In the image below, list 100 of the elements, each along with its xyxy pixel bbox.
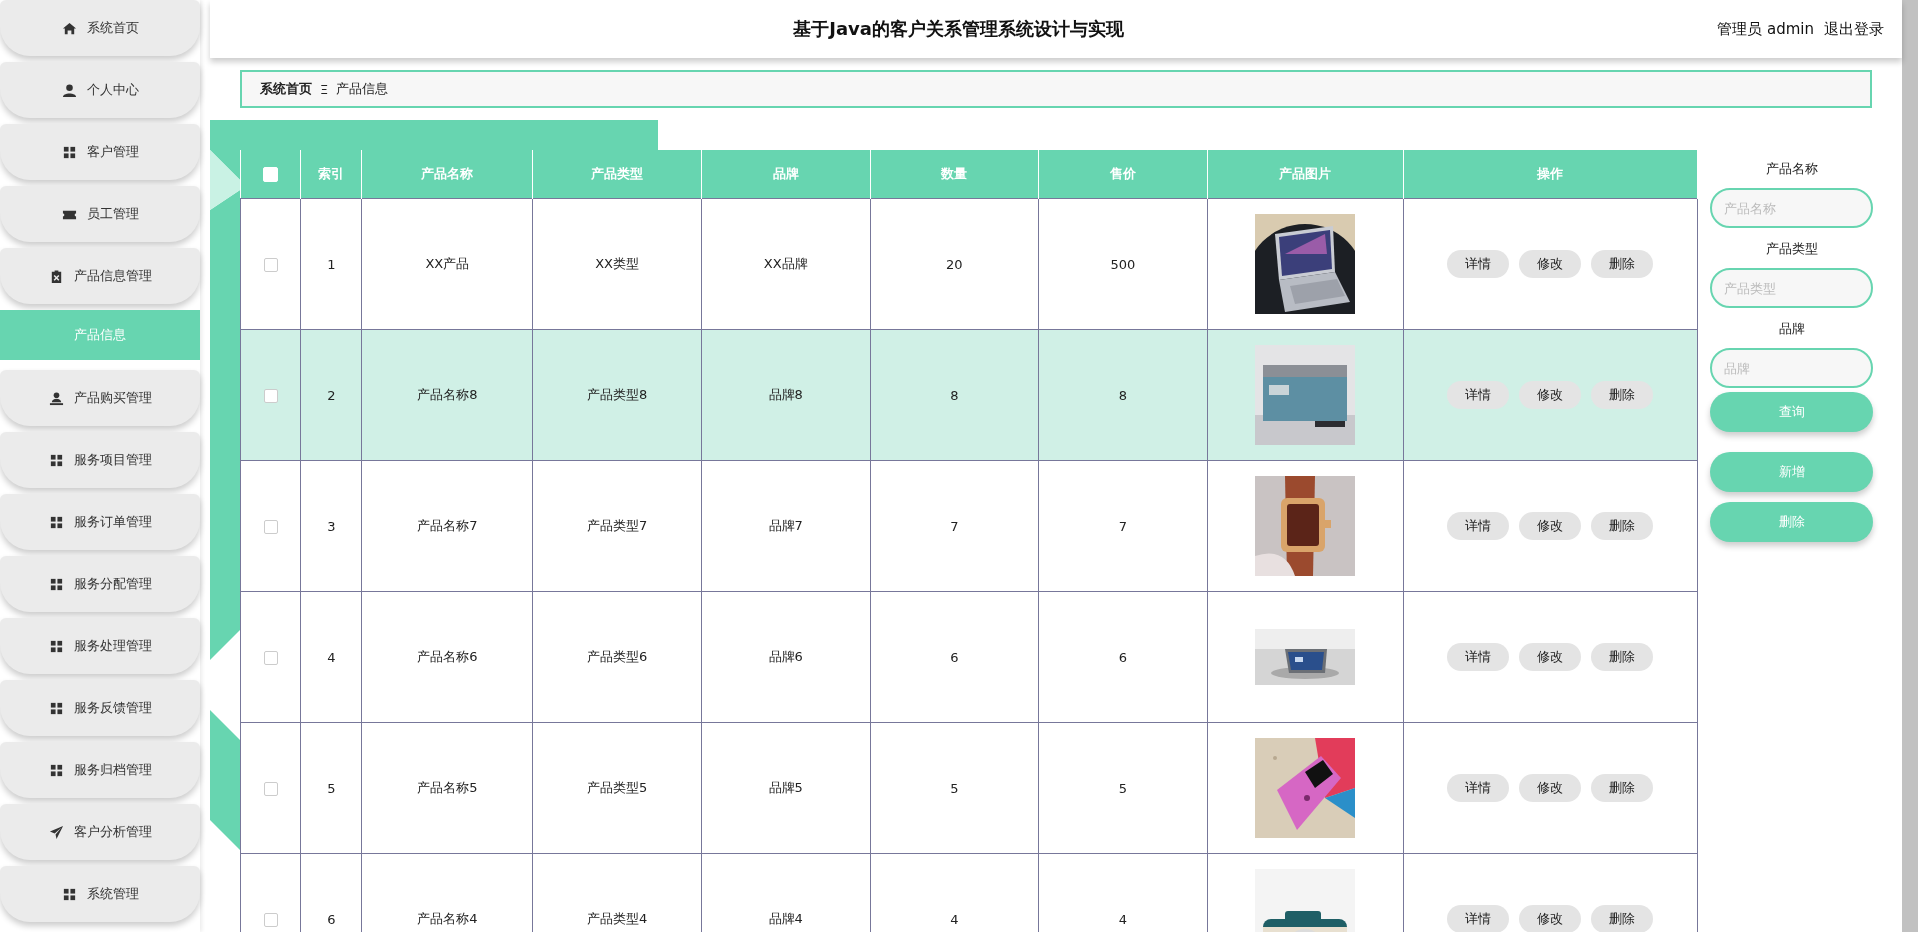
field-label: 产品类型 [1765,240,1818,258]
table-cell: 8 [950,387,959,403]
table-cell: 产品类型6 [587,649,648,664]
sidebar-item[interactable]: 系统管理 [0,866,200,922]
field-label: 品牌 [1778,320,1805,338]
table-cell: 1 [327,256,336,272]
column-header: 索引 [318,166,345,181]
action-button[interactable]: 修改 [1519,250,1582,278]
column-header: 售价 [1109,166,1136,181]
table-cell: XX类型 [595,256,640,271]
table-cell: 500 [1110,256,1136,272]
table-cell: 7 [950,518,959,534]
table-cell: 6 [1118,649,1128,665]
table-cell: 8 [1118,387,1128,403]
breadcrumb-link[interactable]: 产品信息 [336,80,389,98]
table-cell: 品牌4 [768,911,803,926]
grid-icon [61,886,77,902]
page-title: 基于Java的客户关系管理系统设计与实现 [792,17,1125,41]
row-checkbox[interactable] [263,388,278,403]
action-button[interactable]: 删除 [1591,643,1654,671]
sidebar-item[interactable]: 服务处理管理 [0,618,200,674]
table-cell: 4 [1118,911,1128,927]
action-button[interactable]: 详情 [1447,905,1510,932]
table-cell: XX产品 [425,256,470,271]
table-cell: 产品类型4 [587,911,648,926]
row-checkbox[interactable] [263,912,278,927]
grid-icon [48,452,64,468]
sidebar-item[interactable]: 系统首页 [0,0,200,56]
row-checkbox[interactable] [263,257,278,272]
action-button[interactable]: 删除 [1591,905,1654,932]
column-header: 数量 [941,166,968,181]
action-button[interactable]: 详情 [1447,250,1510,278]
row-checkbox[interactable] [263,650,278,665]
table-cell: 产品名称4 [417,911,478,926]
grid-icon [48,638,64,654]
row-checkbox[interactable] [263,781,278,796]
table-cell: 6 [327,911,336,927]
action-button[interactable]: 修改 [1519,512,1582,540]
action-button[interactable]: 详情 [1447,643,1510,671]
table-cell: 产品类型8 [587,387,648,402]
action-button[interactable]: 修改 [1519,381,1582,409]
sidebar-item[interactable]: 个人中心 [0,62,200,118]
grid-icon [61,144,77,160]
table-cell: 4 [950,911,959,927]
action-button[interactable]: 修改 [1519,774,1582,802]
column-header: 操作 [1537,166,1564,181]
action-button[interactable]: 修改 [1519,905,1582,932]
table-cell: 产品类型7 [587,518,648,533]
select-all-checkbox[interactable] [262,167,278,182]
breadcrumb-separator: Ξ [320,81,329,97]
table-cell: 产品名称8 [417,387,478,402]
table-cell: 5 [950,780,959,796]
home-icon [61,20,77,36]
row-checkbox[interactable] [263,519,278,534]
action-button[interactable]: 修改 [1519,643,1582,671]
sidebar-item[interactable]: 产品购买管理 [0,370,200,426]
action-button[interactable]: 删除 [1591,774,1654,802]
sidebar-item[interactable]: 服务项目管理 [0,432,200,488]
sidebar-item[interactable]: 服务归档管理 [0,742,200,798]
field-label: 产品名称 [1765,160,1818,178]
sidebar-item[interactable]: 产品信息管理 [0,248,200,304]
grid-icon [48,576,64,592]
action-button[interactable]: 删除 [1591,512,1654,540]
grid-icon [48,700,64,716]
user-icon [61,82,77,98]
column-header: 产品类型 [591,166,644,181]
search-field[interactable]: 产品名称 [1710,188,1873,228]
table-cell: 产品名称6 [417,649,478,664]
table-cell: 产品名称5 [417,780,478,795]
search-field[interactable]: 产品类型 [1710,268,1873,308]
sidebar-item[interactable]: 员工管理 [0,186,200,242]
column-header: 产品图片 [1279,166,1332,181]
breadcrumb-link[interactable]: 系统首页 [260,80,312,98]
column-header: 产品名称 [421,166,474,181]
user-label: 管理员 admin [1717,19,1814,39]
action-button[interactable]: 详情 [1447,774,1510,802]
sidebar-item[interactable]: 服务订单管理 [0,494,200,550]
table-cell: XX品牌 [763,256,808,271]
table-cell: 品牌7 [768,518,803,533]
sidebar-item[interactable]: 服务反馈管理 [0,680,200,736]
table-cell: 5 [327,780,336,796]
action-button[interactable]: 详情 [1447,512,1510,540]
sidebar-item[interactable]: 客户分析管理 [0,804,200,860]
action-button[interactable]: 删除 [1591,250,1654,278]
send-icon [48,824,64,840]
sidebar-item[interactable]: 服务分配管理 [0,556,200,612]
table-cell: 品牌8 [768,387,803,402]
table-cell: 品牌6 [768,649,803,664]
grid-icon [48,762,64,778]
table-cell: 产品类型5 [587,780,648,795]
table-cell: 产品名称7 [417,518,478,533]
table-cell: 6 [950,649,959,665]
action-button[interactable]: 删除 [1591,381,1654,409]
grid-icon [48,514,64,530]
logout-link[interactable]: 退出登录 [1824,19,1884,39]
sidebar-item[interactable]: 客户管理 [0,124,200,180]
user-icon [48,390,64,406]
table-cell: 3 [327,518,336,534]
table-cell: 2 [327,387,336,403]
action-button[interactable]: 详情 [1447,381,1510,409]
